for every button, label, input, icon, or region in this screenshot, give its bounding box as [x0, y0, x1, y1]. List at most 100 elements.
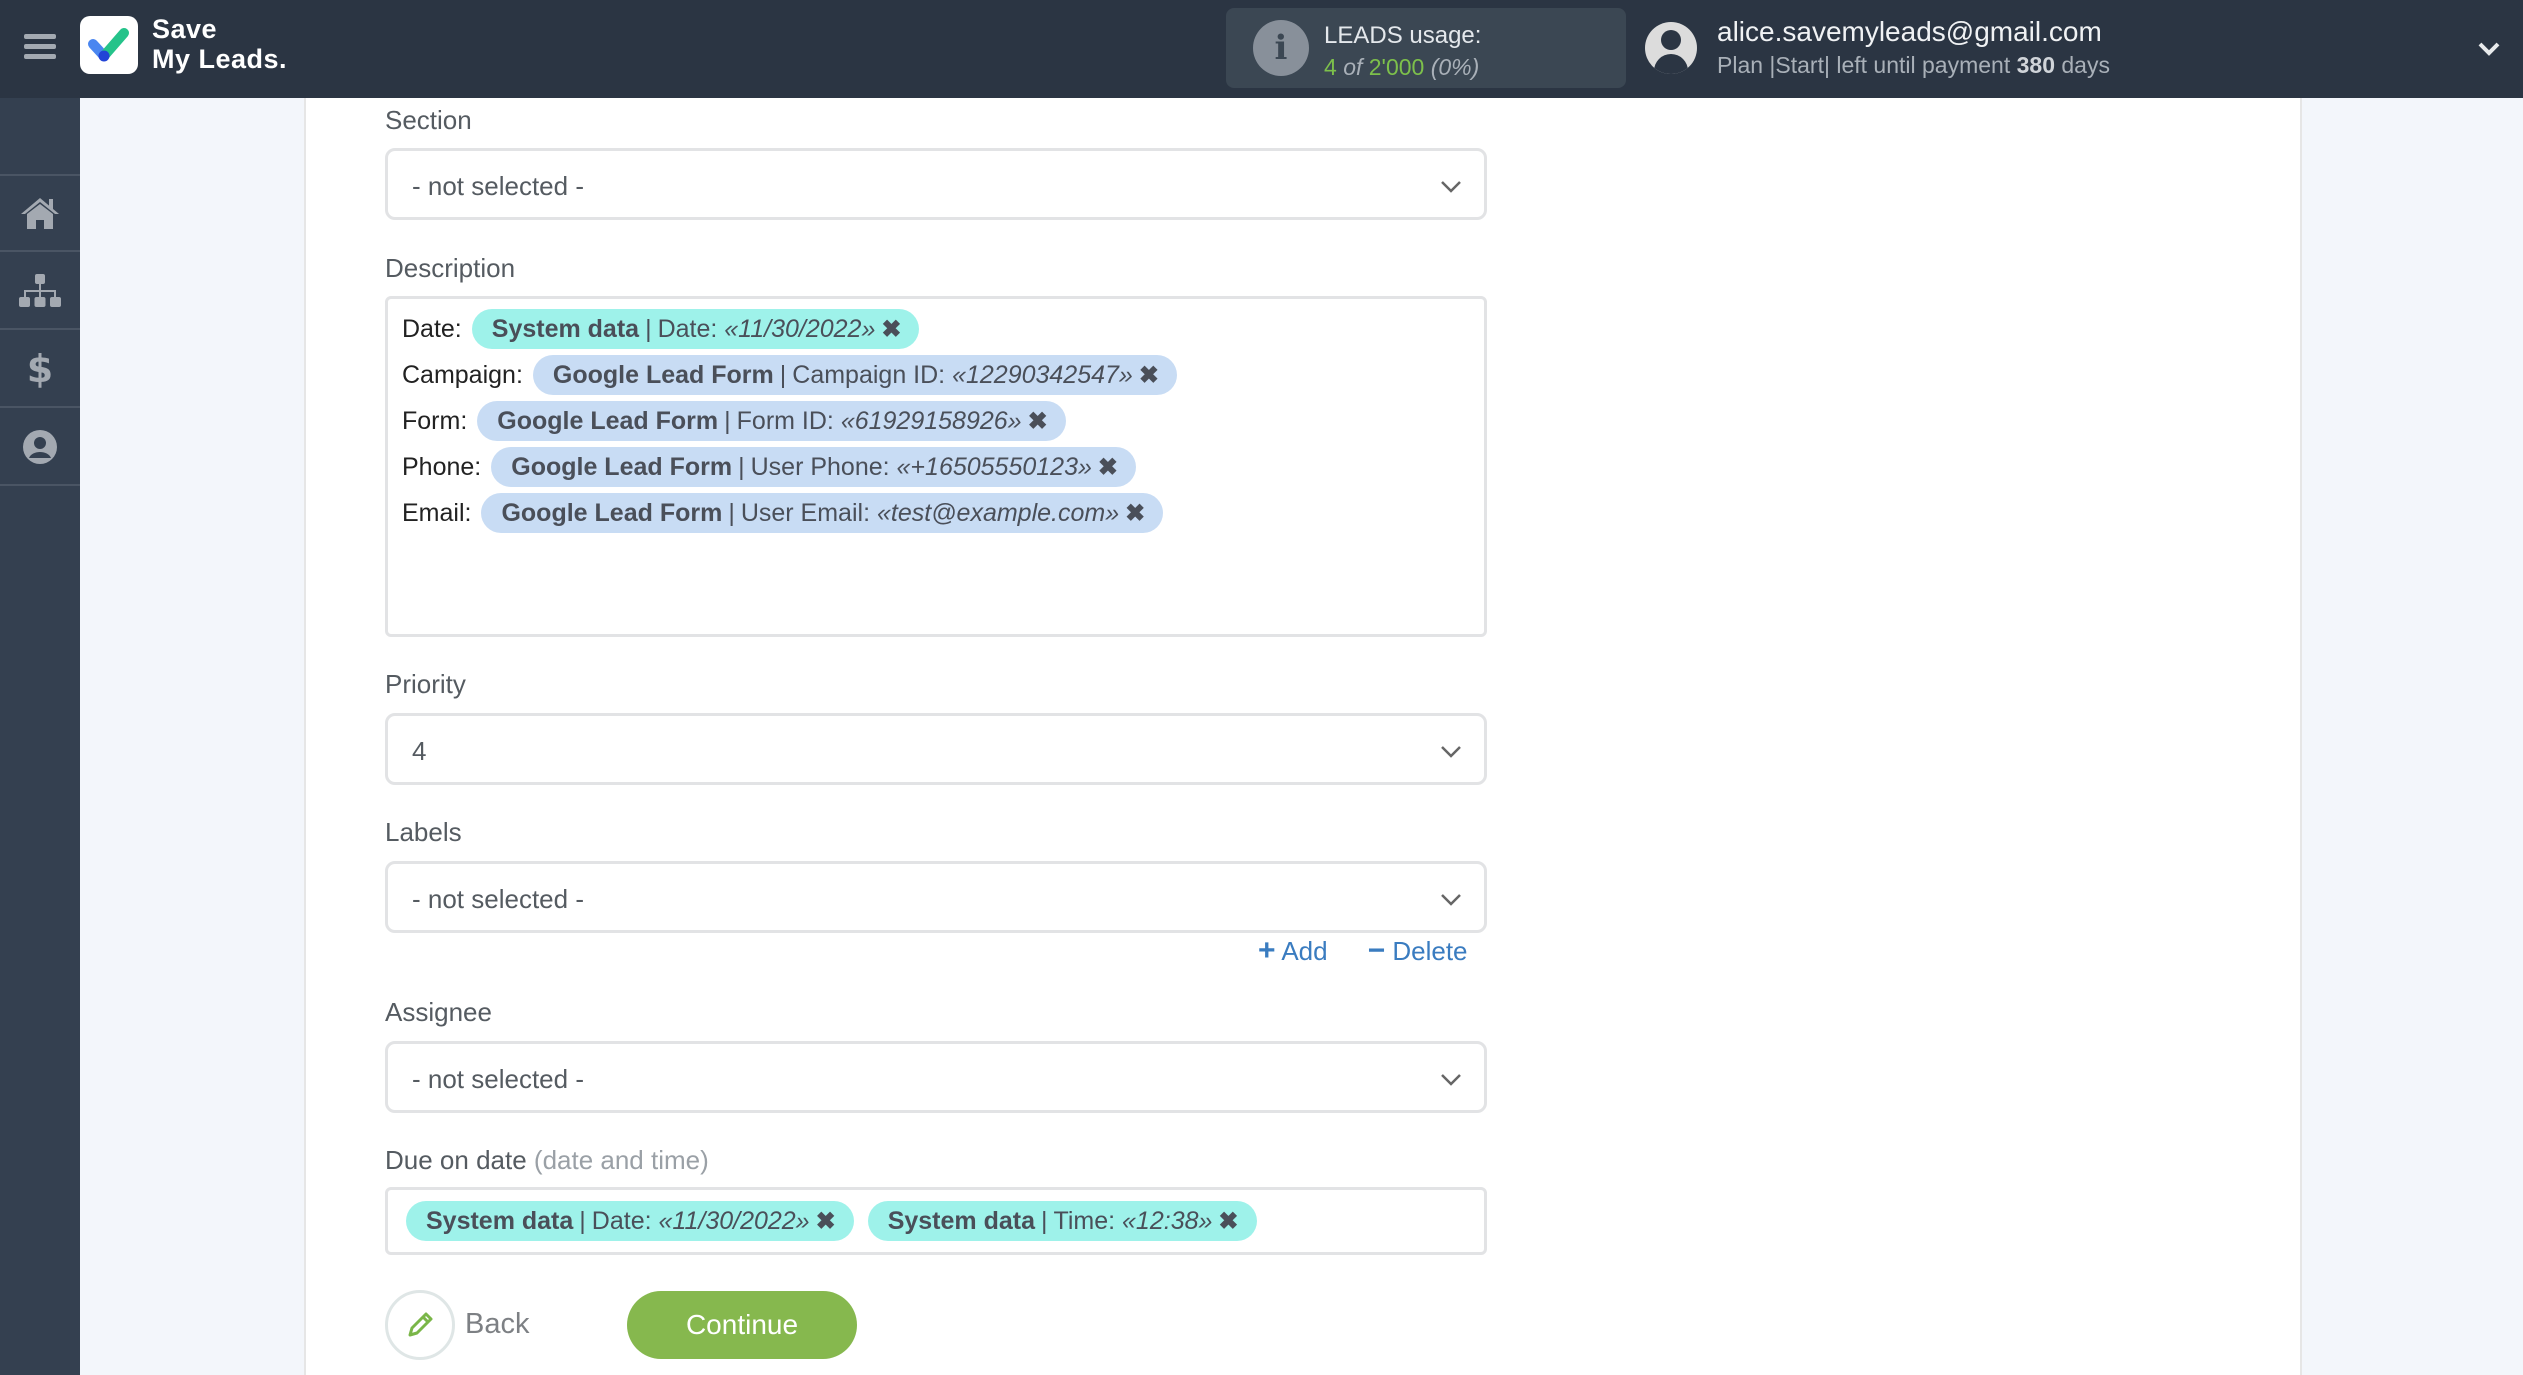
description-label: Description	[385, 253, 516, 283]
leads-total: 2'000	[1368, 54, 1425, 80]
leads-usage-title: LEADS usage:	[1324, 22, 1482, 49]
description-row: Date: System data | Date: «11/30/2022» ✖	[402, 309, 920, 349]
logo-line-1: Save	[152, 14, 218, 44]
due-date-hint: (date and time)	[533, 1145, 709, 1175]
chip-field: Campaign ID:	[792, 360, 946, 389]
logo-text: Save My Leads.	[152, 14, 287, 74]
priority-value: 4	[412, 736, 427, 766]
chip-source: Google Lead Form	[552, 360, 774, 389]
due-date-field[interactable]: System data | Date: «11/30/2022» ✖ System…	[385, 1187, 1487, 1255]
due-date-label: Due on date (date and time)	[385, 1145, 709, 1176]
sidebar-item-home-btn[interactable]	[0, 176, 80, 252]
variable-chip[interactable]: Google Lead Form | Campaign ID: «12290342…	[532, 355, 1177, 395]
add-label-text: Add	[1281, 936, 1328, 966]
variable-chip[interactable]: System data | Date: «11/30/2022» ✖	[406, 1201, 854, 1241]
variable-chip[interactable]: Google Lead Form | Form ID: «61929158926»…	[477, 401, 1066, 441]
plan-days: 380	[2016, 52, 2055, 78]
variable-chip[interactable]: Google Lead Form | User Phone: «+16505550…	[491, 447, 1136, 487]
labels-actions: + Add − Delete	[1258, 934, 1468, 968]
sidebar-item-billing[interactable]: $	[0, 332, 80, 408]
remove-chip-icon[interactable]: ✖	[1139, 361, 1159, 390]
assignee-select[interactable]: - not selected -	[385, 1041, 1487, 1113]
chip-source: System data	[426, 1206, 574, 1235]
continue-button[interactable]: Continue	[627, 1291, 857, 1359]
user-avatar-icon[interactable]	[1645, 22, 1697, 74]
section-select[interactable]: - not selected -	[385, 148, 1487, 220]
remove-chip-icon[interactable]: ✖	[1125, 499, 1145, 528]
description-field[interactable]: Date: System data | Date: «11/30/2022» ✖ …	[385, 296, 1487, 637]
logo-line-2: My Leads.	[152, 44, 288, 74]
chip-field: Form ID:	[736, 406, 834, 435]
remove-chip-icon[interactable]: ✖	[1028, 407, 1048, 436]
row-label: Campaign:	[402, 360, 523, 389]
chip-source: Google Lead Form	[497, 406, 719, 435]
sidebar-item-connections[interactable]	[0, 254, 80, 330]
chip-source: Google Lead Form	[501, 498, 723, 527]
top-header: Save My Leads. i LEADS usage: 4 of 2'000…	[0, 0, 2523, 98]
due-date-label-text: Due on date	[385, 1145, 527, 1175]
user-email[interactable]: alice.savemyleads@gmail.com	[1717, 16, 2102, 48]
description-row: Campaign: Google Lead Form | Campaign ID:…	[402, 355, 1177, 395]
plus-icon: +	[1258, 934, 1276, 967]
description-row: Form: Google Lead Form | Form ID: «619291…	[402, 401, 1066, 441]
chip-field: Date:	[591, 1206, 652, 1235]
plan-suffix: days	[2061, 52, 2110, 78]
dollar-icon: $	[26, 347, 54, 391]
sitemap-icon	[19, 274, 61, 307]
chip-value: «12290342547»	[952, 360, 1133, 389]
chip-value: «12:38»	[1122, 1206, 1213, 1235]
row-label: Date:	[402, 314, 462, 343]
minus-icon: −	[1367, 934, 1386, 967]
back-label[interactable]: Back	[465, 1308, 529, 1341]
leads-percent: (0%)	[1430, 54, 1480, 80]
leads-usage-panel: i LEADS usage: 4 of 2'000 (0%)	[1226, 8, 1626, 88]
chevron-down-icon	[1441, 181, 1461, 193]
description-row: Phone: Google Lead Form | User Phone: «+1…	[402, 447, 1136, 487]
remove-chip-icon[interactable]: ✖	[1098, 453, 1118, 482]
menu-icon[interactable]	[24, 34, 56, 60]
user-plan: Plan |Start| left until payment 380 days	[1717, 52, 2110, 79]
labels-value: - not selected -	[412, 884, 584, 914]
pencil-icon	[408, 1312, 433, 1337]
chip-field: User Phone:	[750, 452, 890, 481]
chip-value: «+16505550123»	[896, 452, 1092, 481]
description-row: Email: Google Lead Form | User Email: «te…	[402, 493, 1164, 533]
row-label: Email:	[402, 498, 472, 527]
section-value: - not selected -	[412, 171, 584, 201]
chip-value: «11/30/2022»	[724, 314, 876, 343]
section-label: Section	[385, 105, 472, 135]
row-label: Form:	[402, 406, 468, 435]
sidebar-item-account[interactable]	[0, 410, 80, 486]
chip-field: Time:	[1053, 1206, 1116, 1235]
sidebar: $	[0, 98, 80, 1375]
variable-chip[interactable]: System data | Time: «12:38» ✖	[867, 1201, 1257, 1241]
leads-usage-value: 4 of 2'000 (0%)	[1324, 54, 1479, 81]
back-button[interactable]	[385, 1290, 455, 1360]
remove-chip-icon[interactable]: ✖	[1218, 1207, 1238, 1236]
priority-select[interactable]: 4	[385, 713, 1487, 785]
variable-chip[interactable]: System data | Date: «11/30/2022» ✖	[471, 309, 920, 349]
remove-chip-icon[interactable]: ✖	[816, 1207, 836, 1236]
plan-prefix: Plan |Start| left until payment	[1717, 52, 2011, 78]
chevron-down-icon[interactable]	[2476, 36, 2502, 62]
chip-value: «test@example.com»	[876, 498, 1120, 527]
home-icon	[21, 198, 59, 229]
leads-used: 4	[1324, 54, 1337, 80]
chip-source: Google Lead Form	[511, 452, 733, 481]
remove-chip-icon[interactable]: ✖	[881, 315, 901, 344]
chevron-down-icon	[1441, 894, 1461, 906]
assignee-value: - not selected -	[412, 1064, 584, 1094]
row-label: Phone:	[402, 452, 482, 481]
delete-label-button[interactable]: − Delete	[1368, 934, 1468, 968]
logo-icon[interactable]	[80, 16, 138, 74]
chip-value: «61929158926»	[840, 406, 1022, 435]
chevron-down-icon	[1441, 746, 1461, 758]
labels-select[interactable]: - not selected -	[385, 861, 1487, 933]
chevron-down-icon	[1441, 1074, 1461, 1086]
delete-label-text: Delete	[1392, 936, 1468, 966]
chip-field: Date:	[657, 314, 718, 343]
sidebar-item-home[interactable]	[0, 98, 80, 176]
variable-chip[interactable]: Google Lead Form | User Email: «test@exam…	[481, 493, 1164, 533]
add-label-button[interactable]: + Add	[1258, 934, 1328, 968]
chip-source: System data	[491, 314, 640, 343]
